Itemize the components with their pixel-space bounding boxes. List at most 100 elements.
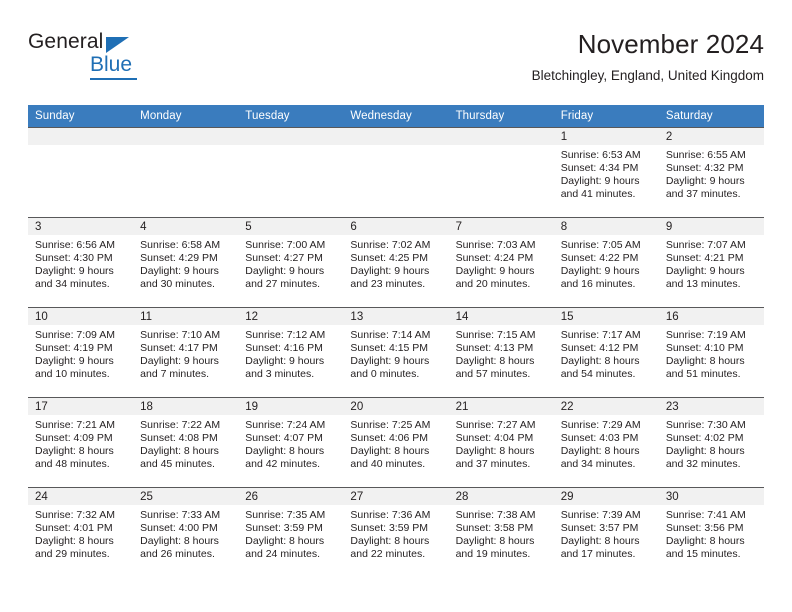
day-cell-content: 7 Sunrise: 7:03 AM Sunset: 4:24 PM Daylight… bbox=[448, 218, 554, 307]
day-number: 14 bbox=[448, 308, 554, 325]
calendar-day-cell[interactable]: 2 Sunrise: 6:55 AM Sunset: 4:32 PM Daylight… bbox=[658, 127, 764, 218]
calendar-day-cell[interactable]: 19 Sunrise: 7:24 AM Sunset: 4:07 PM Dayligh… bbox=[238, 397, 344, 488]
calendar-day-cell[interactable]: 11 Sunrise: 7:10 AM Sunset: 4:17 PM Dayligh… bbox=[133, 307, 239, 398]
calendar-day-cell[interactable] bbox=[28, 127, 134, 218]
calendar-day-cell[interactable]: 4 Sunrise: 6:58 AM Sunset: 4:29 PM Daylight… bbox=[133, 217, 239, 308]
day-sunset-line: Sunset: 3:56 PM bbox=[665, 522, 744, 534]
calendar-day-cell[interactable]: 30 Sunrise: 7:41 AM Sunset: 3:56 PM Dayligh… bbox=[658, 487, 764, 577]
calendar-day-cell[interactable]: 29 Sunrise: 7:39 AM Sunset: 3:57 PM Dayligh… bbox=[553, 487, 659, 577]
day-sunset-line: Sunset: 4:03 PM bbox=[560, 432, 639, 444]
day-sun-info: Sunrise: 7:29 AM Sunset: 4:03 PM Daylight:… bbox=[554, 415, 659, 471]
day-number: 6 bbox=[343, 218, 449, 235]
day-daylight-line: and 20 minutes. bbox=[455, 278, 531, 290]
day-sunrise-line: Sunrise: 6:53 AM bbox=[560, 149, 641, 161]
day-daylight-line: and 41 minutes. bbox=[560, 188, 636, 200]
general-blue-logo[interactable]: General Blue bbox=[28, 30, 238, 94]
calendar-day-cell[interactable]: 22 Sunrise: 7:29 AM Sunset: 4:03 PM Dayligh… bbox=[553, 397, 659, 488]
calendar-day-cell[interactable]: 7 Sunrise: 7:03 AM Sunset: 4:24 PM Daylight… bbox=[448, 217, 554, 308]
calendar-day-cell[interactable]: 5 Sunrise: 7:00 AM Sunset: 4:27 PM Daylight… bbox=[238, 217, 344, 308]
day-sunset-line: Sunset: 4:08 PM bbox=[140, 432, 218, 444]
day-number: 8 bbox=[553, 218, 659, 235]
day-sunset-line: Sunset: 4:12 PM bbox=[560, 342, 639, 354]
day-daylight-line: and 54 minutes. bbox=[560, 368, 636, 380]
calendar-day-cell[interactable]: 13 Sunrise: 7:14 AM Sunset: 4:15 PM Dayligh… bbox=[343, 307, 449, 398]
day-cell-content: 2 Sunrise: 6:55 AM Sunset: 4:32 PM Daylight… bbox=[658, 128, 764, 217]
day-daylight-line: and 24 minutes. bbox=[245, 548, 320, 560]
day-cell-content: 5 Sunrise: 7:00 AM Sunset: 4:27 PM Daylight… bbox=[238, 218, 344, 307]
day-sunrise-line: Sunrise: 7:10 AM bbox=[140, 329, 221, 341]
calendar-day-cell[interactable]: 24 Sunrise: 7:32 AM Sunset: 4:01 PM Dayligh… bbox=[28, 487, 134, 577]
weekday-header-monday: Monday bbox=[133, 105, 239, 128]
calendar-day-cell[interactable] bbox=[448, 127, 554, 218]
day-sunrise-line: Sunrise: 7:19 AM bbox=[665, 329, 746, 341]
weekday-header-thursday: Thursday bbox=[448, 105, 554, 128]
day-sunset-line: Sunset: 4:09 PM bbox=[35, 432, 113, 444]
calendar-day-cell[interactable]: 27 Sunrise: 7:36 AM Sunset: 3:59 PM Dayligh… bbox=[343, 487, 449, 577]
day-cell-content: 23 Sunrise: 7:30 AM Sunset: 4:02 PM Dayligh… bbox=[658, 398, 764, 487]
calendar-day-cell[interactable]: 26 Sunrise: 7:35 AM Sunset: 3:59 PM Dayligh… bbox=[238, 487, 344, 577]
calendar-day-cell[interactable]: 25 Sunrise: 7:33 AM Sunset: 4:00 PM Dayligh… bbox=[133, 487, 239, 577]
day-number: 16 bbox=[658, 308, 764, 325]
calendar-day-cell[interactable]: 28 Sunrise: 7:38 AM Sunset: 3:58 PM Dayligh… bbox=[448, 487, 554, 577]
calendar-day-cell[interactable]: 23 Sunrise: 7:30 AM Sunset: 4:02 PM Dayligh… bbox=[658, 397, 764, 488]
day-sunrise-line: Sunrise: 6:56 AM bbox=[35, 239, 115, 251]
day-sunrise-line: Sunrise: 7:36 AM bbox=[350, 509, 431, 521]
day-cell-content: 6 Sunrise: 7:02 AM Sunset: 4:25 PM Daylight… bbox=[343, 218, 449, 307]
day-sunrise-line: Sunrise: 7:24 AM bbox=[245, 419, 326, 431]
calendar-day-cell[interactable] bbox=[343, 127, 449, 218]
day-daylight-line: Daylight: 8 hours bbox=[455, 535, 535, 547]
day-number: 12 bbox=[238, 308, 344, 325]
day-sun-info: Sunrise: 7:12 AM Sunset: 4:16 PM Daylight:… bbox=[238, 325, 343, 381]
day-daylight-line: and 37 minutes. bbox=[665, 188, 741, 200]
day-daylight-line: and 22 minutes. bbox=[350, 548, 426, 560]
calendar-day-cell[interactable] bbox=[133, 127, 239, 218]
day-cell-content: 30 Sunrise: 7:41 AM Sunset: 3:56 PM Dayligh… bbox=[658, 488, 764, 577]
day-daylight-line: and 15 minutes. bbox=[665, 548, 741, 560]
day-daylight-line: Daylight: 9 hours bbox=[140, 265, 219, 277]
day-sunrise-line: Sunrise: 7:41 AM bbox=[665, 509, 746, 521]
calendar-day-cell[interactable]: 3 Sunrise: 6:56 AM Sunset: 4:30 PM Daylight… bbox=[28, 217, 134, 308]
calendar-day-cell[interactable]: 21 Sunrise: 7:27 AM Sunset: 4:04 PM Dayligh… bbox=[448, 397, 554, 488]
day-sunset-line: Sunset: 4:17 PM bbox=[140, 342, 218, 354]
day-daylight-line: and 3 minutes. bbox=[245, 368, 315, 380]
calendar-day-cell[interactable] bbox=[238, 127, 344, 218]
weekday-header-sunday: Sunday bbox=[28, 105, 134, 128]
day-sun-info: Sunrise: 7:32 AM Sunset: 4:01 PM Daylight:… bbox=[28, 505, 133, 561]
day-sun-info: Sunrise: 7:05 AM Sunset: 4:22 PM Daylight:… bbox=[554, 235, 659, 291]
calendar-day-cell[interactable]: 18 Sunrise: 7:22 AM Sunset: 4:08 PM Dayligh… bbox=[133, 397, 239, 488]
day-daylight-line: Daylight: 8 hours bbox=[665, 355, 745, 367]
day-number: 28 bbox=[448, 488, 554, 505]
day-sun-info: Sunrise: 7:24 AM Sunset: 4:07 PM Daylight:… bbox=[238, 415, 343, 471]
day-cell-content: 1 Sunrise: 6:53 AM Sunset: 4:34 PM Daylight… bbox=[553, 128, 659, 217]
day-sun-info: Sunrise: 6:53 AM Sunset: 4:34 PM Daylight:… bbox=[554, 145, 659, 201]
calendar-day-cell[interactable]: 14 Sunrise: 7:15 AM Sunset: 4:13 PM Dayligh… bbox=[448, 307, 554, 398]
calendar-day-cell[interactable]: 9 Sunrise: 7:07 AM Sunset: 4:21 PM Daylight… bbox=[658, 217, 764, 308]
day-daylight-line: Daylight: 8 hours bbox=[140, 445, 219, 457]
day-sun-info: Sunrise: 7:17 AM Sunset: 4:12 PM Daylight:… bbox=[554, 325, 659, 381]
calendar-day-cell[interactable]: 8 Sunrise: 7:05 AM Sunset: 4:22 PM Daylight… bbox=[553, 217, 659, 308]
day-sunset-line: Sunset: 4:15 PM bbox=[350, 342, 429, 354]
calendar-day-cell[interactable]: 1 Sunrise: 6:53 AM Sunset: 4:34 PM Daylight… bbox=[553, 127, 659, 218]
calendar-day-cell[interactable]: 17 Sunrise: 7:21 AM Sunset: 4:09 PM Dayligh… bbox=[28, 397, 134, 488]
day-number: 22 bbox=[553, 398, 659, 415]
day-sunrise-line: Sunrise: 7:32 AM bbox=[35, 509, 115, 521]
day-number: 26 bbox=[238, 488, 344, 505]
day-sunrise-line: Sunrise: 6:55 AM bbox=[665, 149, 746, 161]
day-daylight-line: Daylight: 8 hours bbox=[560, 445, 640, 457]
day-sunrise-line: Sunrise: 7:02 AM bbox=[350, 239, 431, 251]
day-number bbox=[133, 128, 239, 145]
day-daylight-line: Daylight: 9 hours bbox=[560, 265, 640, 277]
calendar-day-cell[interactable]: 12 Sunrise: 7:12 AM Sunset: 4:16 PM Dayligh… bbox=[238, 307, 344, 398]
day-sun-info: Sunrise: 7:02 AM Sunset: 4:25 PM Daylight:… bbox=[343, 235, 448, 291]
calendar-day-cell[interactable]: 6 Sunrise: 7:02 AM Sunset: 4:25 PM Daylight… bbox=[343, 217, 449, 308]
day-sun-info: Sunrise: 7:14 AM Sunset: 4:15 PM Daylight:… bbox=[343, 325, 448, 381]
day-sunset-line: Sunset: 4:16 PM bbox=[245, 342, 323, 354]
calendar-day-cell[interactable]: 10 Sunrise: 7:09 AM Sunset: 4:19 PM Dayligh… bbox=[28, 307, 134, 398]
day-number bbox=[448, 128, 554, 145]
calendar-day-cell[interactable]: 15 Sunrise: 7:17 AM Sunset: 4:12 PM Dayligh… bbox=[553, 307, 659, 398]
day-daylight-line: Daylight: 8 hours bbox=[665, 535, 745, 547]
calendar-day-cell[interactable]: 20 Sunrise: 7:25 AM Sunset: 4:06 PM Dayligh… bbox=[343, 397, 449, 488]
day-cell-content: 20 Sunrise: 7:25 AM Sunset: 4:06 PM Dayligh… bbox=[343, 398, 449, 487]
day-sunset-line: Sunset: 4:32 PM bbox=[665, 162, 744, 174]
calendar-day-cell[interactable]: 16 Sunrise: 7:19 AM Sunset: 4:10 PM Dayligh… bbox=[658, 307, 764, 398]
